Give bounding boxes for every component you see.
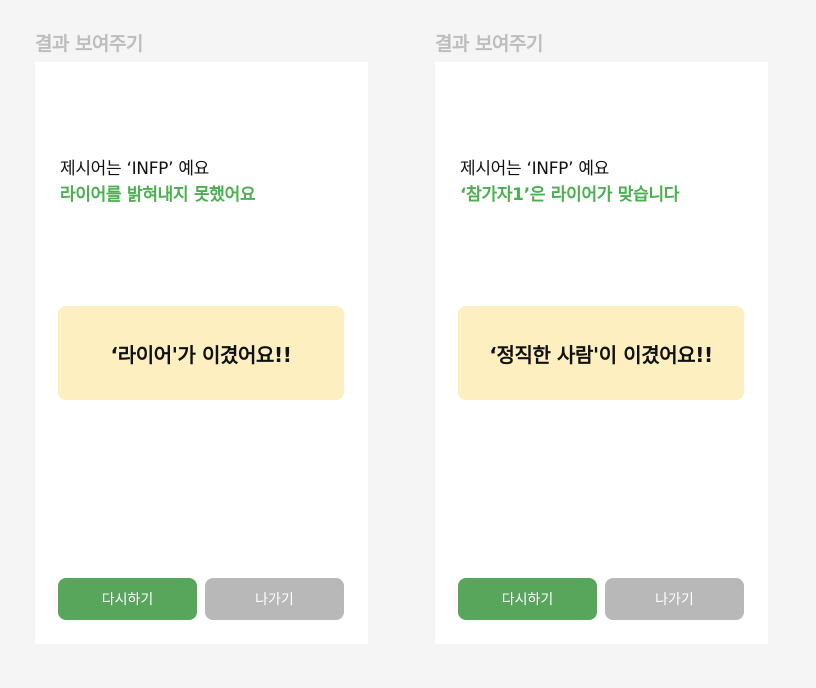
keyword-prompt-text: 제시어는 ‘INFP’ 예요 <box>60 159 210 179</box>
exit-button[interactable]: 나가기 <box>605 578 744 620</box>
winner-text: ‘라이어'가 이겼어요!! <box>110 342 292 367</box>
exit-button[interactable]: 나가기 <box>205 578 344 620</box>
restart-button[interactable]: 다시하기 <box>58 578 197 620</box>
winner-card: ‘정직한 사람'이 이겼어요!! <box>458 306 744 400</box>
keyword-prompt-text: 제시어는 ‘INFP’ 예요 <box>460 159 610 179</box>
winner-card: ‘라이어'가 이겼어요!! <box>58 306 344 400</box>
frame-title: 결과 보여주기 <box>35 33 144 55</box>
frame-title: 결과 보여주기 <box>435 33 544 55</box>
result-message: ‘참가자1’은 라이어가 맞습니다 <box>460 185 680 205</box>
result-screen: 제시어는 ‘INFP’ 예요 ‘참가자1’은 라이어가 맞습니다 ‘정직한 사람… <box>435 62 768 644</box>
result-screen: 제시어는 ‘INFP’ 예요 라이어를 밝혀내지 못했어요 ‘라이어'가 이겼어… <box>35 62 368 644</box>
winner-text: ‘정직한 사람'이 이겼어요!! <box>489 342 713 367</box>
result-message: 라이어를 밝혀내지 못했어요 <box>60 185 256 205</box>
restart-button[interactable]: 다시하기 <box>458 578 597 620</box>
